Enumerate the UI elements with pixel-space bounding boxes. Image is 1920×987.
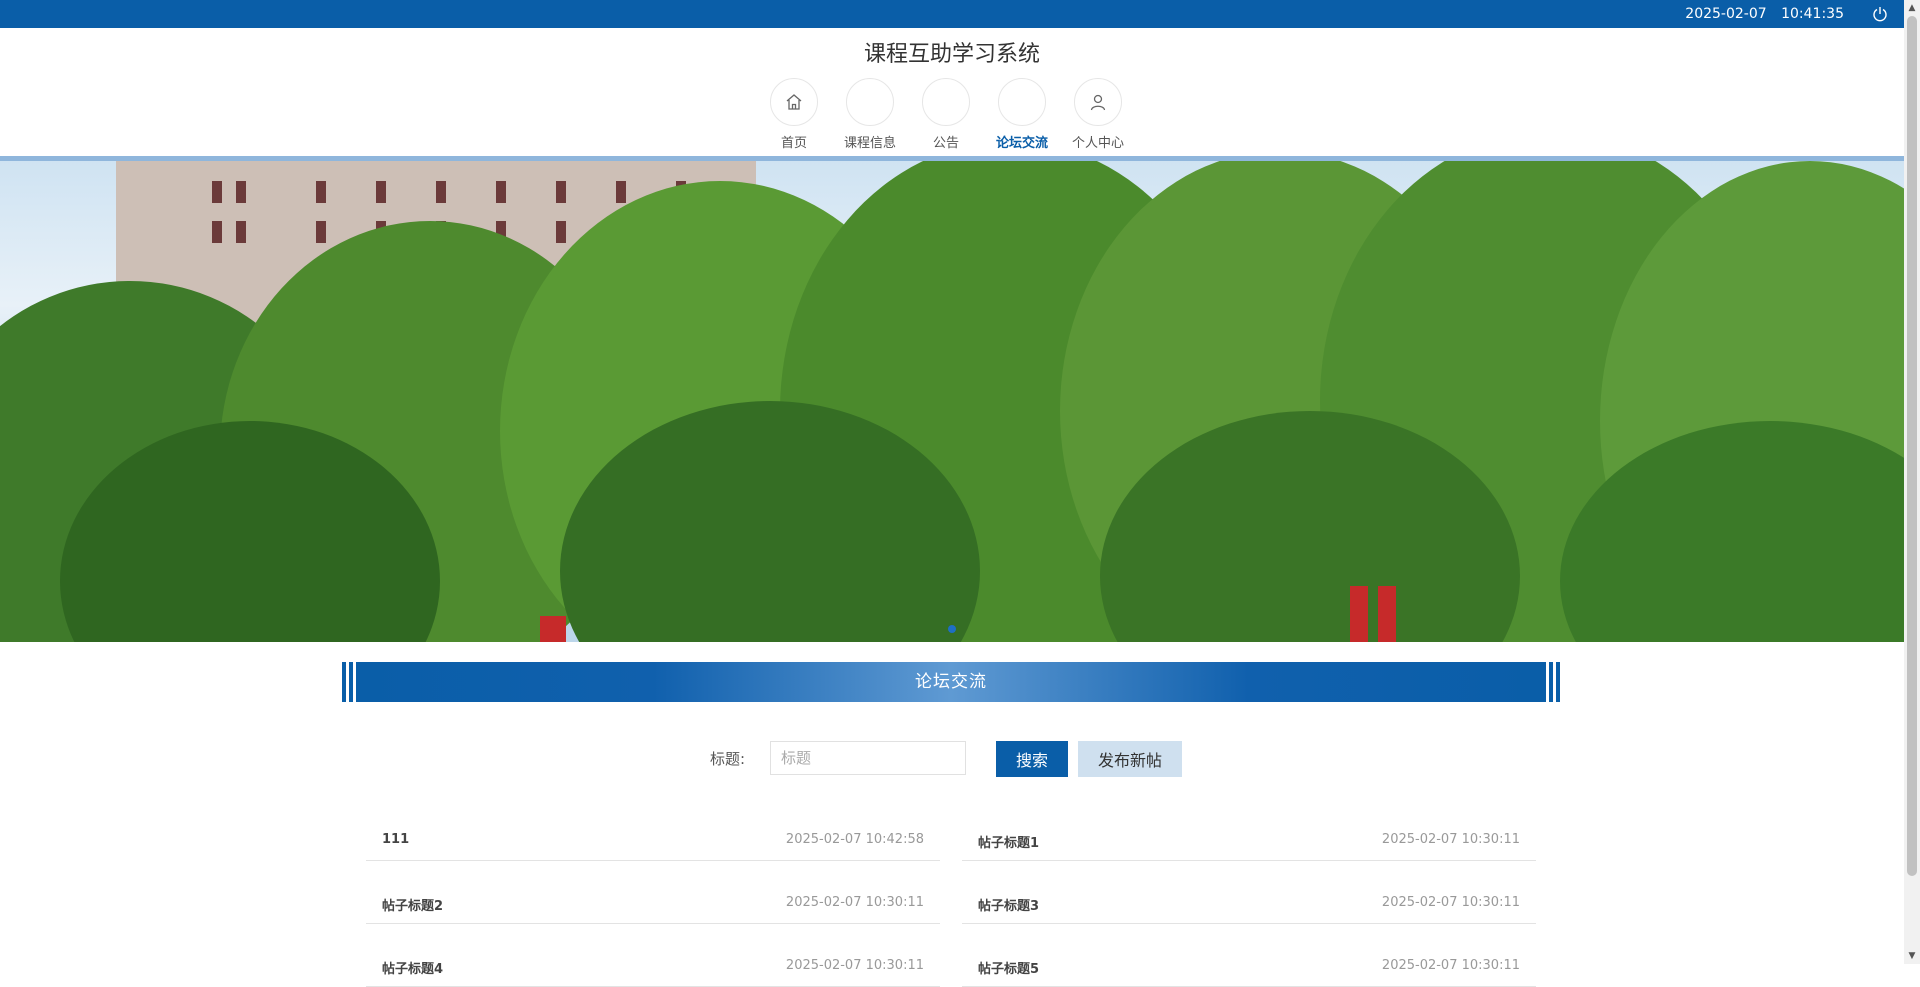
post-title[interactable]: 帖子标题2 <box>382 895 443 914</box>
nav-label-home: 首页 <box>780 136 807 151</box>
nav-label-course-info: 课程信息 <box>843 136 896 151</box>
scrollbar-thumb[interactable] <box>1907 16 1917 876</box>
nav-label-announcement: 公告 <box>932 136 959 151</box>
post-time: 2025-02-07 10:30:11 <box>1381 958 1520 973</box>
nav-circle <box>846 78 894 126</box>
current-time: 10:41:35 <box>1781 6 1844 22</box>
post-title[interactable]: 帖子标题5 <box>978 958 1039 977</box>
post-item[interactable]: 帖子标题3 2025-02-07 10:30:11 <box>962 883 1536 924</box>
section-title: 论坛交流 <box>356 662 1546 702</box>
nav-item-announcement[interactable]: 公告 <box>908 78 984 151</box>
banner-flag <box>540 616 566 642</box>
nav-label-profile: 个人中心 <box>1071 136 1124 151</box>
post-item[interactable]: 帖子标题5 2025-02-07 10:30:11 <box>962 946 1536 987</box>
nav-circle <box>1074 78 1122 126</box>
post-time: 2025-02-07 10:30:11 <box>785 958 924 973</box>
post-title[interactable]: 帖子标题1 <box>978 832 1039 851</box>
post-title[interactable]: 111 <box>382 832 409 847</box>
nav-item-forum[interactable]: 论坛交流 <box>984 78 1060 151</box>
post-time: 2025-02-07 10:42:58 <box>785 832 924 847</box>
post-item[interactable]: 帖子标题4 2025-02-07 10:30:11 <box>366 946 940 987</box>
nav-circle <box>770 78 818 126</box>
post-title[interactable]: 帖子标题3 <box>978 895 1039 914</box>
home-icon <box>786 94 802 110</box>
scroll-down-arrow-icon[interactable]: ▼ <box>1907 951 1917 961</box>
post-item[interactable]: 帖子标题1 2025-02-07 10:30:11 <box>962 820 1536 861</box>
post-time: 2025-02-07 10:30:11 <box>1381 895 1520 910</box>
search-bar: 标题: 搜索 发布新帖 <box>0 741 1904 777</box>
search-button[interactable]: 搜索 <box>996 741 1068 777</box>
new-post-button[interactable]: 发布新帖 <box>1078 741 1182 777</box>
top-bar: 2025-02-07 10:41:35 <box>0 0 1904 28</box>
datetime-display: 2025-02-07 10:41:35 <box>1675 0 1844 28</box>
nav-circle <box>922 78 970 126</box>
site-title: 课程互助学习系统 <box>863 42 1040 67</box>
page-scrollbar[interactable]: ▲ ▼ <box>1904 0 1920 964</box>
nav-circle <box>998 78 1046 126</box>
power-icon[interactable] <box>1872 6 1888 22</box>
section-header: 论坛交流 <box>342 662 1560 702</box>
main-nav: 首页 课程信息 公告 论坛交流 个人中心 <box>0 78 1904 154</box>
banner-flag <box>1378 586 1396 642</box>
carousel-indicator-dot[interactable] <box>948 625 956 633</box>
user-icon <box>1090 94 1106 111</box>
banner-carousel[interactable] <box>0 161 1904 642</box>
search-label: 标题: <box>710 750 746 768</box>
post-item[interactable]: 帖子标题2 2025-02-07 10:30:11 <box>366 883 940 924</box>
post-time: 2025-02-07 10:30:11 <box>785 895 924 910</box>
post-item[interactable]: 111 2025-02-07 10:42:58 <box>366 820 940 861</box>
nav-label-forum: 论坛交流 <box>995 136 1048 151</box>
nav-item-home[interactable]: 首页 <box>756 78 832 151</box>
title-search-input[interactable] <box>770 741 966 775</box>
nav-item-course-info[interactable]: 课程信息 <box>832 78 908 151</box>
banner-flag <box>1350 586 1368 642</box>
scroll-up-arrow-icon[interactable]: ▲ <box>1907 3 1917 13</box>
current-date: 2025-02-07 <box>1685 6 1767 22</box>
post-title[interactable]: 帖子标题4 <box>382 958 443 977</box>
post-time: 2025-02-07 10:30:11 <box>1381 832 1520 847</box>
nav-item-profile[interactable]: 个人中心 <box>1060 78 1136 151</box>
